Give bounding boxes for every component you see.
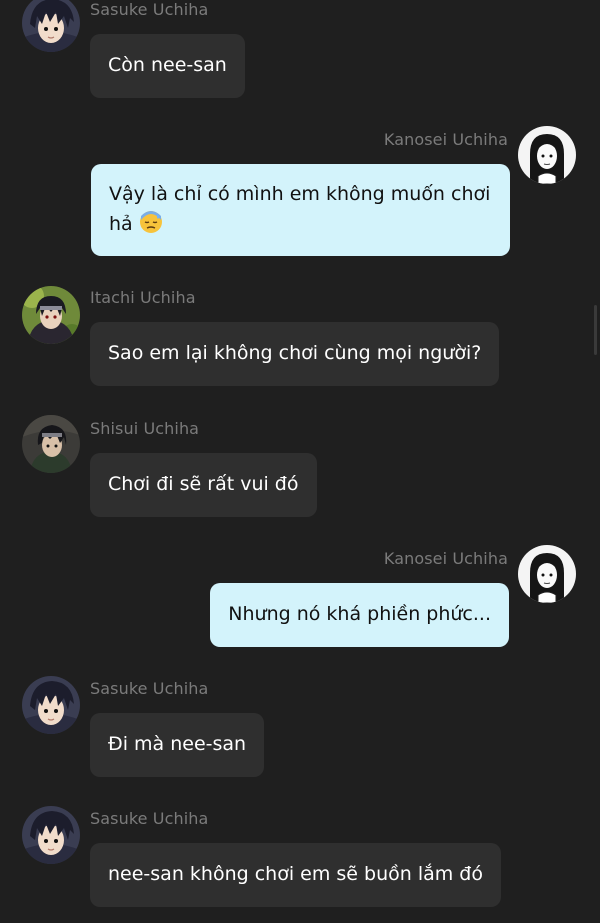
scrollbar[interactable] — [594, 305, 597, 355]
sender-name: Sasuke Uchiha — [90, 679, 209, 698]
message-incoming: Itachi Uchiha Sao em lại không chơi cùng… — [0, 284, 600, 388]
message-text: Vậy là chỉ có mình em không muốn chơi hả — [109, 183, 491, 235]
message-bubble[interactable]: Còn nee-san — [90, 34, 245, 98]
message-bubble[interactable]: Vậy là chỉ có mình em không muốn chơi hả — [91, 164, 510, 256]
kanosei-avatar[interactable] — [518, 126, 576, 184]
message-outgoing: Kanosei Uchiha Vậy là chỉ có mình em khô… — [0, 126, 600, 258]
chat-message-list[interactable]: Sasuke Uchiha Còn nee-san Kanosei Uchiha… — [0, 0, 600, 923]
shisui-avatar[interactable] — [22, 415, 80, 473]
message-bubble[interactable]: Nhưng nó khá phiền phức... — [210, 583, 509, 647]
message-bubble[interactable]: nee-san không chơi em sẽ buồn lắm đó — [90, 843, 501, 907]
sender-name: Sasuke Uchiha — [90, 0, 209, 19]
sasuke-avatar[interactable] — [22, 676, 80, 734]
sender-name: Itachi Uchiha — [90, 288, 196, 307]
message-bubble[interactable]: Chơi đi sẽ rất vui đó — [90, 453, 317, 517]
sender-name: Kanosei Uchiha — [383, 549, 508, 568]
sender-name: Sasuke Uchiha — [90, 809, 209, 828]
downcast-sweat-face-icon — [139, 210, 163, 234]
sasuke-avatar[interactable] — [22, 806, 80, 864]
message-outgoing: Kanosei Uchiha Nhưng nó khá phiền phức..… — [0, 544, 600, 648]
kanosei-avatar[interactable] — [518, 545, 576, 603]
sender-name: Shisui Uchiha — [90, 419, 200, 438]
message-bubble[interactable]: Đi mà nee-san — [90, 713, 265, 777]
message-incoming: Sasuke Uchiha Còn nee-san — [0, 0, 600, 100]
message-incoming: Sasuke Uchiha Đi mà nee-san — [0, 675, 600, 779]
itachi-avatar[interactable] — [22, 286, 80, 344]
sasuke-avatar[interactable] — [22, 0, 80, 52]
message-bubble[interactable]: Sao em lại không chơi cùng mọi người? — [90, 322, 500, 386]
message-incoming: Sasuke Uchiha nee-san không chơi em sẽ b… — [0, 805, 600, 911]
message-incoming: Shisui Uchiha Chơi đi sẽ rất vui đó — [0, 415, 600, 519]
sender-name: Kanosei Uchiha — [383, 130, 508, 149]
